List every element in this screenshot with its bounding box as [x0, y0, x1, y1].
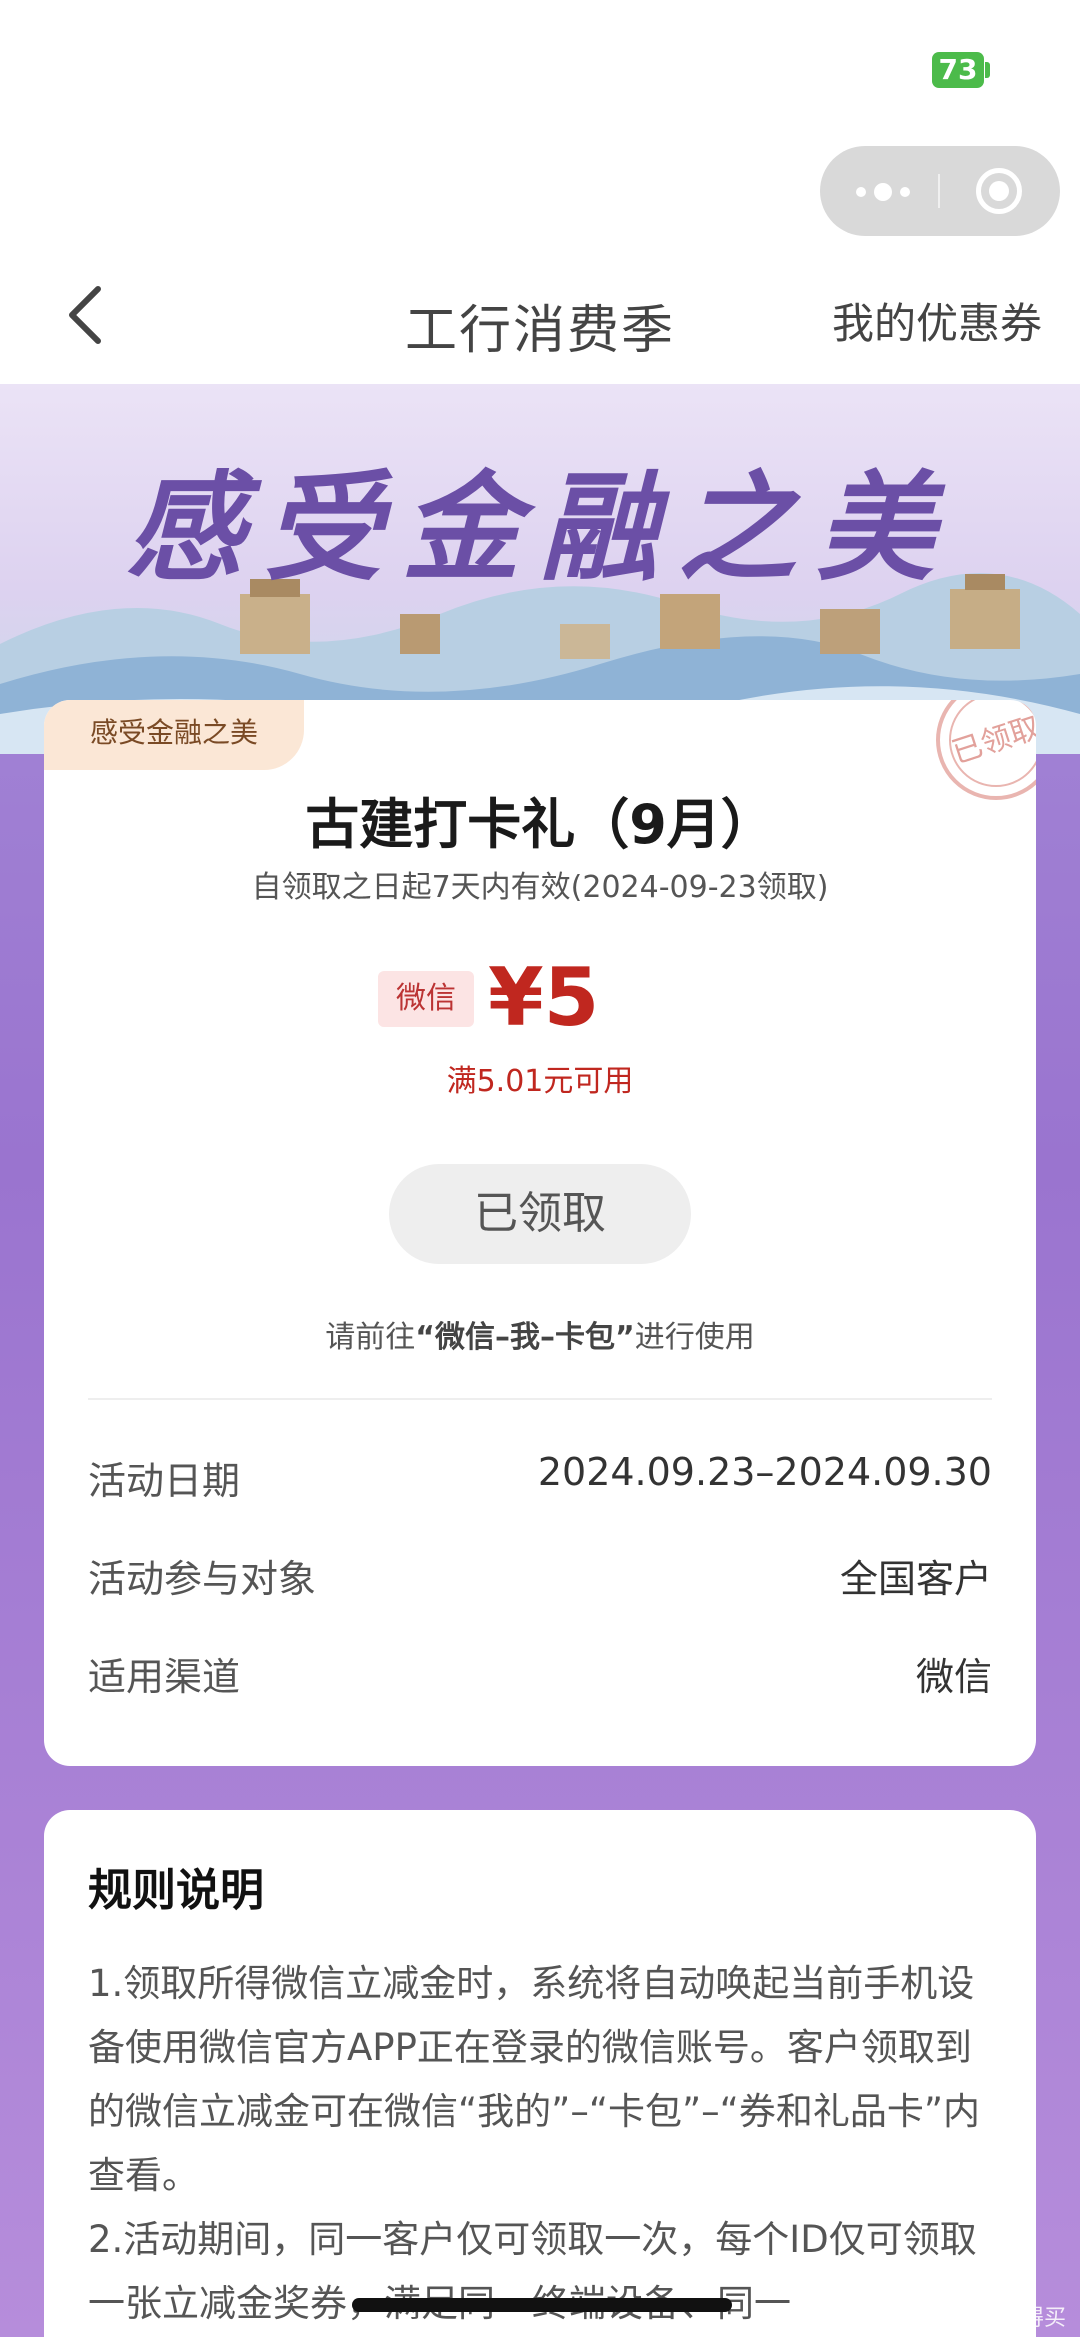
banner: 感受金融之美 [0, 384, 1080, 754]
my-coupons-link[interactable]: 我的优惠券 [832, 290, 1042, 351]
rules-title: 规则说明 [88, 1865, 264, 1916]
usage-hint-prefix: 请前往 [325, 1320, 416, 1355]
activity-tag: 感受金融之美 [44, 700, 305, 770]
more-icon[interactable] [856, 181, 928, 201]
rules-card: 规则说明 1.领取所得微信立减金时，系统将自动唤起当前手机设备使用微信官方APP… [44, 1810, 1036, 2337]
coupon-amount: ¥5 [488, 951, 600, 1044]
capsule-divider [938, 174, 940, 208]
card-divider [88, 1398, 992, 1400]
info-value: 微信 [915, 1655, 992, 1699]
info-row-date: 活动日期 2024.09.23–2024.09.30 [88, 1450, 992, 1510]
home-indicator[interactable] [352, 2298, 732, 2312]
claimed-button[interactable]: 已领取 [389, 1164, 691, 1264]
info-value: 全国客户 [839, 1557, 992, 1601]
info-row-audience: 活动参与对象 全国客户 [88, 1548, 992, 1608]
coupon-card: 感受金融之美 已领取 古建打卡礼（9月） 自领取之日起7天内有效(2024-09… [44, 700, 1036, 1766]
usage-hint-suffix: 进行使用 [634, 1320, 755, 1355]
info-label: 活动参与对象 [88, 1557, 317, 1601]
info-label: 活动日期 [88, 1459, 241, 1503]
banner-title: 感受金融之美 [125, 458, 954, 597]
coupon-validity: 自领取之日起7天内有效(2024-09-23领取) [251, 870, 829, 905]
info-value: 2024.09.23–2024.09.30 [537, 1450, 992, 1494]
info-label: 适用渠道 [88, 1655, 241, 1699]
watermark: 值 什么值得买 [927, 2306, 1066, 2331]
battery-indicator: 73 [932, 52, 984, 88]
svg-text:已领取: 已领取 [948, 710, 1036, 771]
usage-hint-path: “微信–我–卡包” [415, 1320, 635, 1355]
info-row-channel: 适用渠道 微信 [88, 1646, 992, 1706]
min-spend-text: 满5.01元可用 [446, 1064, 634, 1099]
channel-tag: 微信 [378, 971, 474, 1027]
mini-program-capsule[interactable] [820, 146, 1060, 236]
battery-tip [985, 62, 990, 78]
amount-row: 微信 ¥5 [44, 951, 1036, 1045]
rules-text: 1.领取所得微信立减金时，系统将自动唤起当前手机设备使用微信官方APP正在登录的… [88, 1962, 981, 2325]
usage-hint: 请前往“微信–我–卡包”进行使用 [44, 1312, 1036, 1356]
close-target-icon[interactable] [976, 168, 1022, 214]
coupon-title: 古建打卡礼（9月） [305, 793, 775, 856]
